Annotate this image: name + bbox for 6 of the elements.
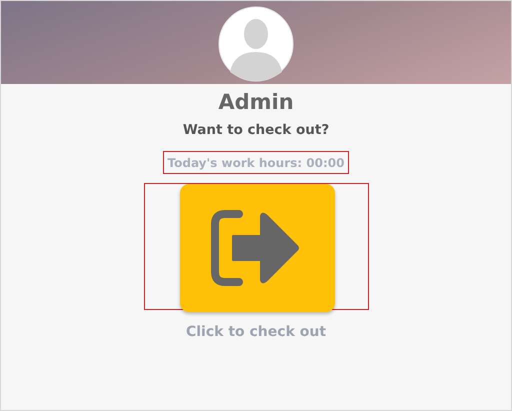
check-out-prompt: Want to check out? [182,122,330,138]
check-out-caption: Click to check out [186,324,326,340]
check-out-button[interactable] [180,184,334,312]
user-name: Admin [218,90,294,114]
work-hours-text: Today's work hours: 00:00 [168,156,344,170]
avatar-icon [218,6,294,82]
